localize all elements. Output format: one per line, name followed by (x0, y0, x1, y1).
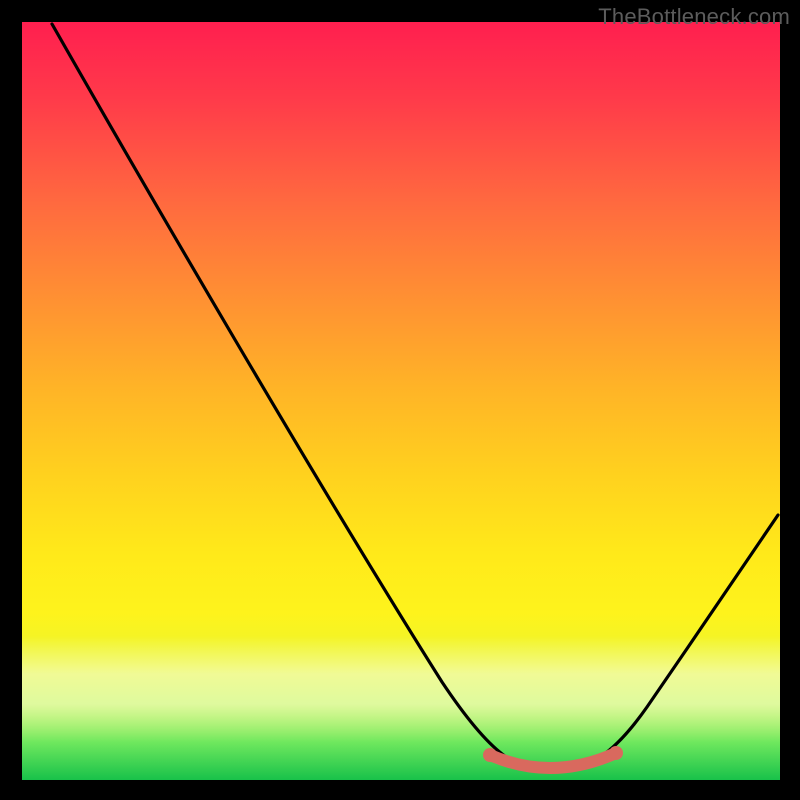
optimal-zone-end-right (609, 746, 623, 760)
optimal-zone-end-left (483, 748, 497, 762)
plot-area (22, 22, 780, 780)
watermark-text: TheBottleneck.com (598, 4, 790, 30)
optimal-zone-marker (490, 753, 616, 768)
curve-layer (22, 22, 780, 780)
bottleneck-curve (52, 24, 778, 772)
chart-stage: TheBottleneck.com (0, 0, 800, 800)
